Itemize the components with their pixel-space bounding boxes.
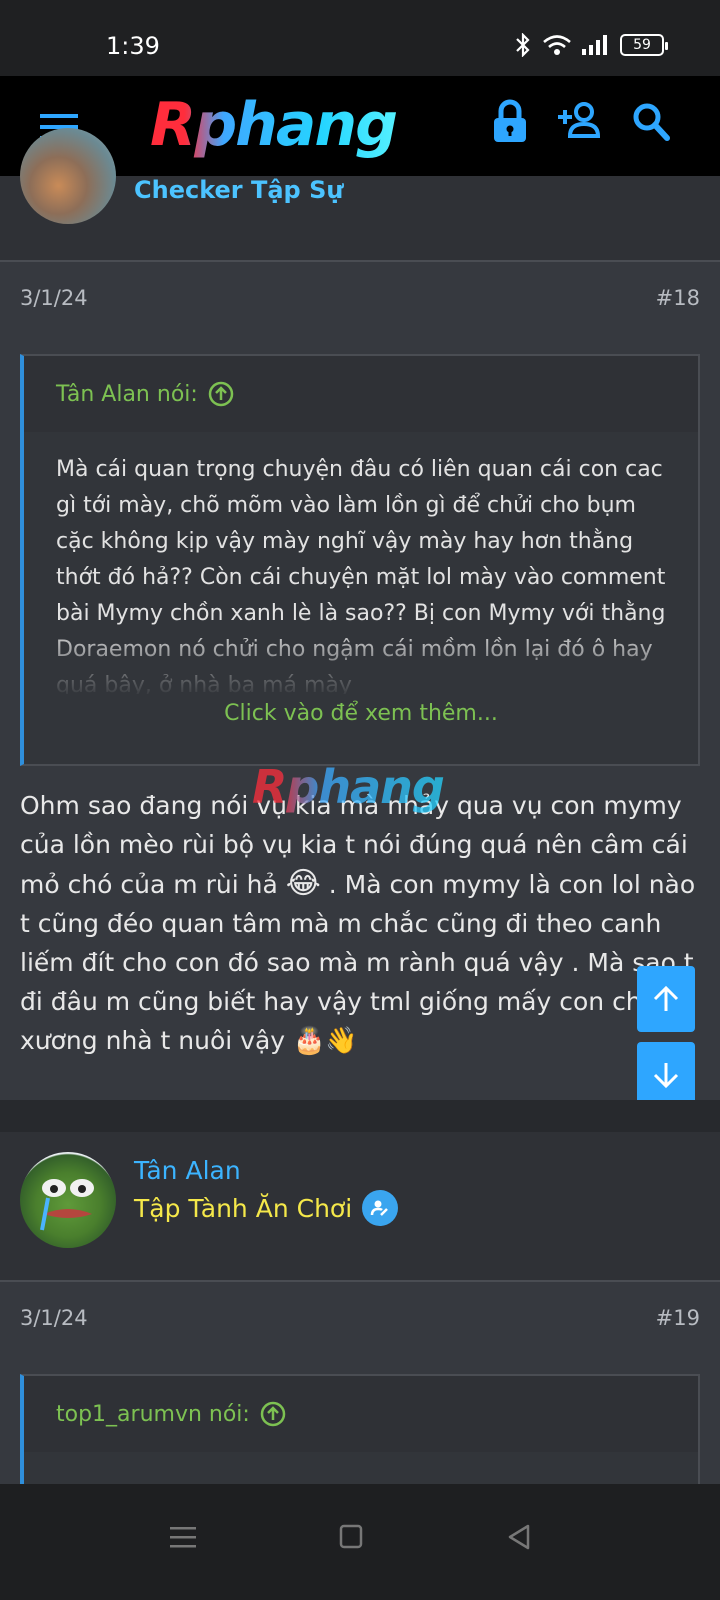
system-nav-bar (0, 1484, 720, 1600)
user-title: Checker Tập Sự (134, 176, 344, 204)
arrow-up-circle-icon[interactable] (260, 1401, 286, 1427)
avatar[interactable] (20, 128, 116, 224)
post-date: 3/1/24 (20, 1306, 88, 1330)
lock-icon[interactable] (492, 98, 528, 146)
arrow-up-circle-icon[interactable] (208, 381, 234, 407)
home-nav-icon[interactable] (339, 1524, 363, 1550)
expand-quote-link[interactable]: Click vào để xem thêm... (24, 694, 698, 752)
user-title-text: Tập Tành Ăn Chơi (134, 1193, 353, 1223)
status-bar: 1:39 59 (0, 0, 720, 76)
arrow-up-icon (653, 985, 679, 1011)
add-user-icon[interactable] (558, 98, 604, 144)
bluetooth-icon (516, 33, 530, 57)
post-separator (0, 1100, 720, 1132)
wifi-icon (543, 35, 571, 55)
avatar[interactable] (20, 1152, 116, 1248)
post-number-link[interactable]: #19 (656, 1306, 700, 1330)
verified-badge-icon (362, 1190, 399, 1226)
signal-icon (582, 35, 607, 55)
status-time: 1:39 (106, 32, 160, 60)
battery-icon: 59 (620, 34, 668, 56)
scroll-up-button[interactable] (637, 966, 695, 1032)
quote-header[interactable]: Tân Alan nói: (24, 356, 698, 432)
emoji: 🎂👋 (293, 1026, 358, 1056)
quote-block: top1_arumvn nói: (20, 1374, 700, 1484)
post-number-link[interactable]: #18 (656, 286, 700, 310)
username-link[interactable]: Tân Alan (134, 1156, 241, 1185)
post-message: Ohm sao đang nói vụ kia mà nhảy qua vụ c… (20, 786, 700, 1061)
post-date: 3/1/24 (20, 286, 88, 310)
quote-block: Tân Alan nói: Mà cái quan trọng chuyện đ… (20, 354, 700, 766)
arrow-down-icon (653, 1063, 679, 1089)
emoji: 😂 (285, 866, 321, 901)
frog-avatar-icon (40, 1179, 94, 1231)
back-nav-icon[interactable] (506, 1524, 532, 1550)
post-user-bar: Tân Alan Tập Tành Ăn Chơi (0, 1132, 720, 1280)
quote-author[interactable]: top1_arumvn nói: (56, 1402, 250, 1427)
search-icon[interactable] (632, 98, 672, 144)
post-user-bar: Checker Tập Sự (0, 128, 720, 260)
quote-author[interactable]: Tân Alan nói: (56, 382, 198, 407)
quote-text: Mà cái quan trọng chuyện đâu có liên qua… (24, 432, 698, 694)
quote-header[interactable]: top1_arumvn nói: (24, 1376, 698, 1452)
menu-nav-icon[interactable] (170, 1524, 196, 1550)
scroll-down-button[interactable] (637, 1042, 695, 1108)
user-title: Tập Tành Ăn Chơi (134, 1190, 399, 1226)
site-logo[interactable]: Rphang (150, 90, 398, 160)
